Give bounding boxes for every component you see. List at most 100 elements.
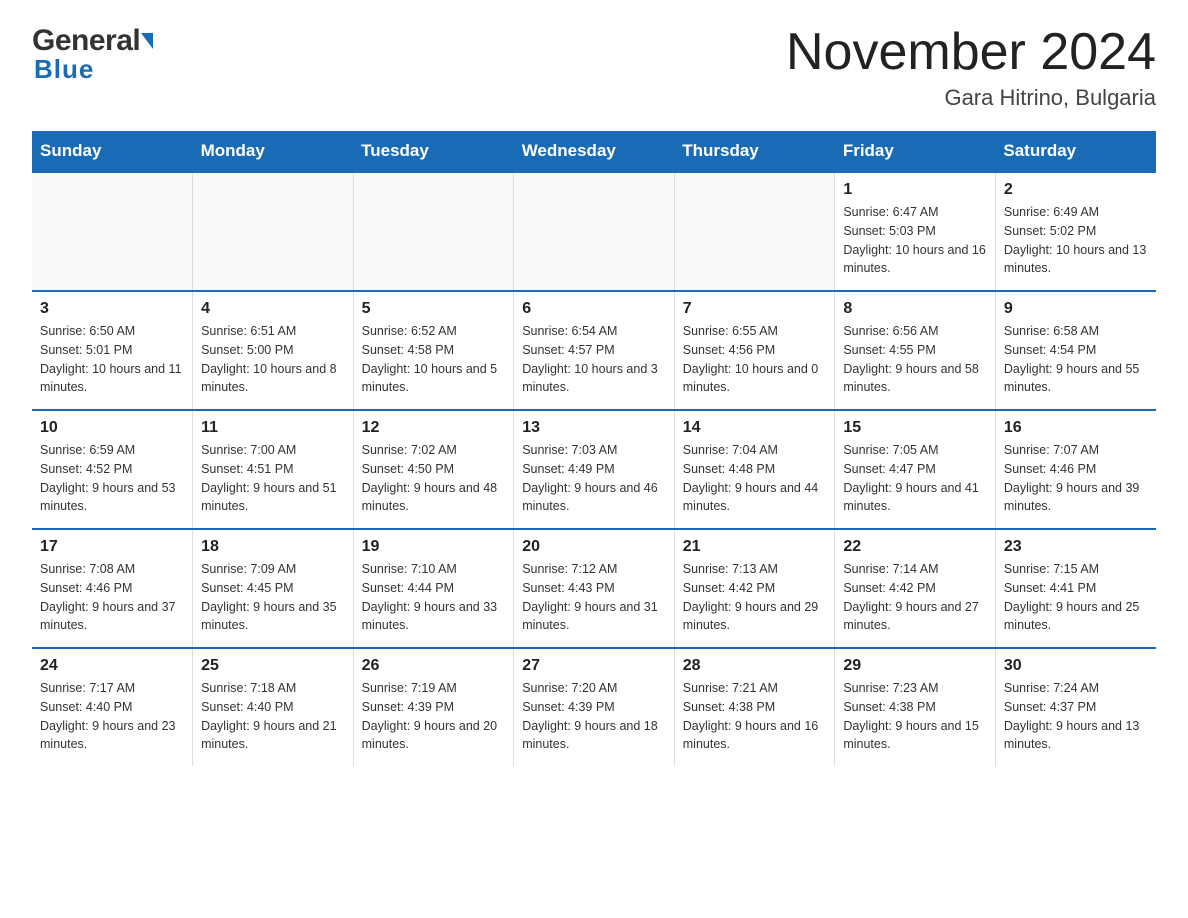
- day-info: Sunrise: 7:05 AM Sunset: 4:47 PM Dayligh…: [843, 441, 987, 516]
- day-info: Sunrise: 6:47 AM Sunset: 5:03 PM Dayligh…: [843, 203, 987, 278]
- calendar-cell: 9 Sunrise: 6:58 AM Sunset: 4:54 PM Daylig…: [995, 291, 1156, 410]
- logo-general-text: General: [32, 24, 140, 58]
- calendar-week-row: 17 Sunrise: 7:08 AM Sunset: 4:46 PM Dayli…: [32, 529, 1156, 648]
- day-number: 16: [1004, 419, 1148, 437]
- day-number: 24: [40, 657, 184, 675]
- day-info: Sunrise: 6:52 AM Sunset: 4:58 PM Dayligh…: [362, 322, 506, 397]
- calendar-cell: 29Sunrise: 7:23 AM Sunset: 4:38 PM Dayli…: [835, 648, 996, 766]
- day-info: Sunrise: 7:19 AM Sunset: 4:39 PM Dayligh…: [362, 679, 506, 754]
- calendar-cell: 11Sunrise: 7:00 AM Sunset: 4:51 PM Dayli…: [193, 410, 354, 529]
- day-info: Sunrise: 7:04 AM Sunset: 4:48 PM Dayligh…: [683, 441, 827, 516]
- day-number: 4: [201, 300, 345, 318]
- day-number: 1: [843, 181, 987, 199]
- title-block: November 2024 Gara Hitrino, Bulgaria: [786, 24, 1156, 111]
- calendar-cell: 19 Sunrise: 7:10 AM Sunset: 4:44 PM Dayli…: [353, 529, 514, 648]
- logo-blue-text: Blue: [32, 54, 153, 85]
- day-info: Sunrise: 6:59 AM Sunset: 4:52 PM Dayligh…: [40, 441, 184, 516]
- day-number: 2: [1004, 181, 1148, 199]
- day-info: Sunrise: 6:58 AM Sunset: 4:54 PM Dayligh…: [1004, 322, 1148, 397]
- day-info: Sunrise: 7:13 AM Sunset: 4:42 PM Dayligh…: [683, 560, 827, 635]
- day-info: Sunrise: 7:15 AM Sunset: 4:41 PM Dayligh…: [1004, 560, 1148, 635]
- calendar-cell: 12 Sunrise: 7:02 AM Sunset: 4:50 PM Dayli…: [353, 410, 514, 529]
- day-info: Sunrise: 6:55 AM Sunset: 4:56 PM Dayligh…: [683, 322, 827, 397]
- day-number: 3: [40, 300, 184, 318]
- calendar-cell: 8 Sunrise: 6:56 AM Sunset: 4:55 PM Daylig…: [835, 291, 996, 410]
- calendar-week-row: 24 Sunrise: 7:17 AM Sunset: 4:40 PM Dayli…: [32, 648, 1156, 766]
- day-number: 7: [683, 300, 827, 318]
- calendar-cell: [514, 172, 675, 291]
- day-number: 13: [522, 419, 666, 437]
- calendar-cell: [193, 172, 354, 291]
- calendar-cell: 5Sunrise: 6:52 AM Sunset: 4:58 PM Daylig…: [353, 291, 514, 410]
- calendar-cell: 1 Sunrise: 6:47 AM Sunset: 5:03 PM Daylig…: [835, 172, 996, 291]
- day-number: 12: [362, 419, 506, 437]
- day-info: Sunrise: 7:07 AM Sunset: 4:46 PM Dayligh…: [1004, 441, 1148, 516]
- day-number: 10: [40, 419, 184, 437]
- day-number: 14: [683, 419, 827, 437]
- day-number: 28: [683, 657, 827, 675]
- calendar-cell: 17 Sunrise: 7:08 AM Sunset: 4:46 PM Dayli…: [32, 529, 193, 648]
- day-number: 30: [1004, 657, 1148, 675]
- calendar-week-row: 10 Sunrise: 6:59 AM Sunset: 4:52 PM Dayli…: [32, 410, 1156, 529]
- calendar-week-row: 1 Sunrise: 6:47 AM Sunset: 5:03 PM Daylig…: [32, 172, 1156, 291]
- day-number: 21: [683, 538, 827, 556]
- day-number: 19: [362, 538, 506, 556]
- calendar-cell: 27Sunrise: 7:20 AM Sunset: 4:39 PM Dayli…: [514, 648, 675, 766]
- day-number: 17: [40, 538, 184, 556]
- calendar-cell: 6 Sunrise: 6:54 AM Sunset: 4:57 PM Daylig…: [514, 291, 675, 410]
- day-info: Sunrise: 7:20 AM Sunset: 4:39 PM Dayligh…: [522, 679, 666, 754]
- col-header-tuesday: Tuesday: [353, 131, 514, 172]
- calendar-cell: 25 Sunrise: 7:18 AM Sunset: 4:40 PM Dayli…: [193, 648, 354, 766]
- calendar-cell: 4 Sunrise: 6:51 AM Sunset: 5:00 PM Daylig…: [193, 291, 354, 410]
- calendar-cell: 21 Sunrise: 7:13 AM Sunset: 4:42 PM Dayli…: [674, 529, 835, 648]
- calendar-cell: 13Sunrise: 7:03 AM Sunset: 4:49 PM Dayli…: [514, 410, 675, 529]
- day-info: Sunrise: 7:24 AM Sunset: 4:37 PM Dayligh…: [1004, 679, 1148, 754]
- calendar-cell: 28 Sunrise: 7:21 AM Sunset: 4:38 PM Dayli…: [674, 648, 835, 766]
- calendar-title: November 2024: [786, 24, 1156, 81]
- day-info: Sunrise: 7:12 AM Sunset: 4:43 PM Dayligh…: [522, 560, 666, 635]
- day-number: 29: [843, 657, 987, 675]
- day-number: 22: [843, 538, 987, 556]
- calendar-cell: 18Sunrise: 7:09 AM Sunset: 4:45 PM Dayli…: [193, 529, 354, 648]
- calendar-cell: 3Sunrise: 6:50 AM Sunset: 5:01 PM Daylig…: [32, 291, 193, 410]
- day-number: 8: [843, 300, 987, 318]
- day-number: 11: [201, 419, 345, 437]
- day-info: Sunrise: 6:49 AM Sunset: 5:02 PM Dayligh…: [1004, 203, 1148, 278]
- day-info: Sunrise: 7:08 AM Sunset: 4:46 PM Dayligh…: [40, 560, 184, 635]
- day-number: 15: [843, 419, 987, 437]
- calendar-cell: 7 Sunrise: 6:55 AM Sunset: 4:56 PM Daylig…: [674, 291, 835, 410]
- col-header-saturday: Saturday: [995, 131, 1156, 172]
- col-header-monday: Monday: [193, 131, 354, 172]
- calendar-header-row: SundayMondayTuesdayWednesdayThursdayFrid…: [32, 131, 1156, 172]
- day-number: 25: [201, 657, 345, 675]
- calendar-cell: 22 Sunrise: 7:14 AM Sunset: 4:42 PM Dayli…: [835, 529, 996, 648]
- day-info: Sunrise: 7:14 AM Sunset: 4:42 PM Dayligh…: [843, 560, 987, 635]
- day-number: 20: [522, 538, 666, 556]
- logo: General Blue: [32, 24, 153, 85]
- col-header-thursday: Thursday: [674, 131, 835, 172]
- day-info: Sunrise: 6:54 AM Sunset: 4:57 PM Dayligh…: [522, 322, 666, 397]
- day-number: 23: [1004, 538, 1148, 556]
- day-info: Sunrise: 7:17 AM Sunset: 4:40 PM Dayligh…: [40, 679, 184, 754]
- calendar-subtitle: Gara Hitrino, Bulgaria: [786, 85, 1156, 111]
- day-number: 9: [1004, 300, 1148, 318]
- col-header-wednesday: Wednesday: [514, 131, 675, 172]
- day-number: 6: [522, 300, 666, 318]
- calendar-cell: 23 Sunrise: 7:15 AM Sunset: 4:41 PM Dayli…: [995, 529, 1156, 648]
- calendar-table: SundayMondayTuesdayWednesdayThursdayFrid…: [32, 131, 1156, 766]
- day-info: Sunrise: 7:09 AM Sunset: 4:45 PM Dayligh…: [201, 560, 345, 635]
- calendar-cell: [674, 172, 835, 291]
- day-info: Sunrise: 6:51 AM Sunset: 5:00 PM Dayligh…: [201, 322, 345, 397]
- day-info: Sunrise: 7:02 AM Sunset: 4:50 PM Dayligh…: [362, 441, 506, 516]
- day-info: Sunrise: 7:18 AM Sunset: 4:40 PM Dayligh…: [201, 679, 345, 754]
- day-info: Sunrise: 7:21 AM Sunset: 4:38 PM Dayligh…: [683, 679, 827, 754]
- day-info: Sunrise: 6:56 AM Sunset: 4:55 PM Dayligh…: [843, 322, 987, 397]
- calendar-cell: 16 Sunrise: 7:07 AM Sunset: 4:46 PM Dayli…: [995, 410, 1156, 529]
- col-header-sunday: Sunday: [32, 131, 193, 172]
- calendar-cell: [32, 172, 193, 291]
- calendar-cell: 26Sunrise: 7:19 AM Sunset: 4:39 PM Dayli…: [353, 648, 514, 766]
- calendar-cell: 2 Sunrise: 6:49 AM Sunset: 5:02 PM Daylig…: [995, 172, 1156, 291]
- calendar-cell: 15 Sunrise: 7:05 AM Sunset: 4:47 PM Dayli…: [835, 410, 996, 529]
- calendar-cell: [353, 172, 514, 291]
- day-info: Sunrise: 7:10 AM Sunset: 4:44 PM Dayligh…: [362, 560, 506, 635]
